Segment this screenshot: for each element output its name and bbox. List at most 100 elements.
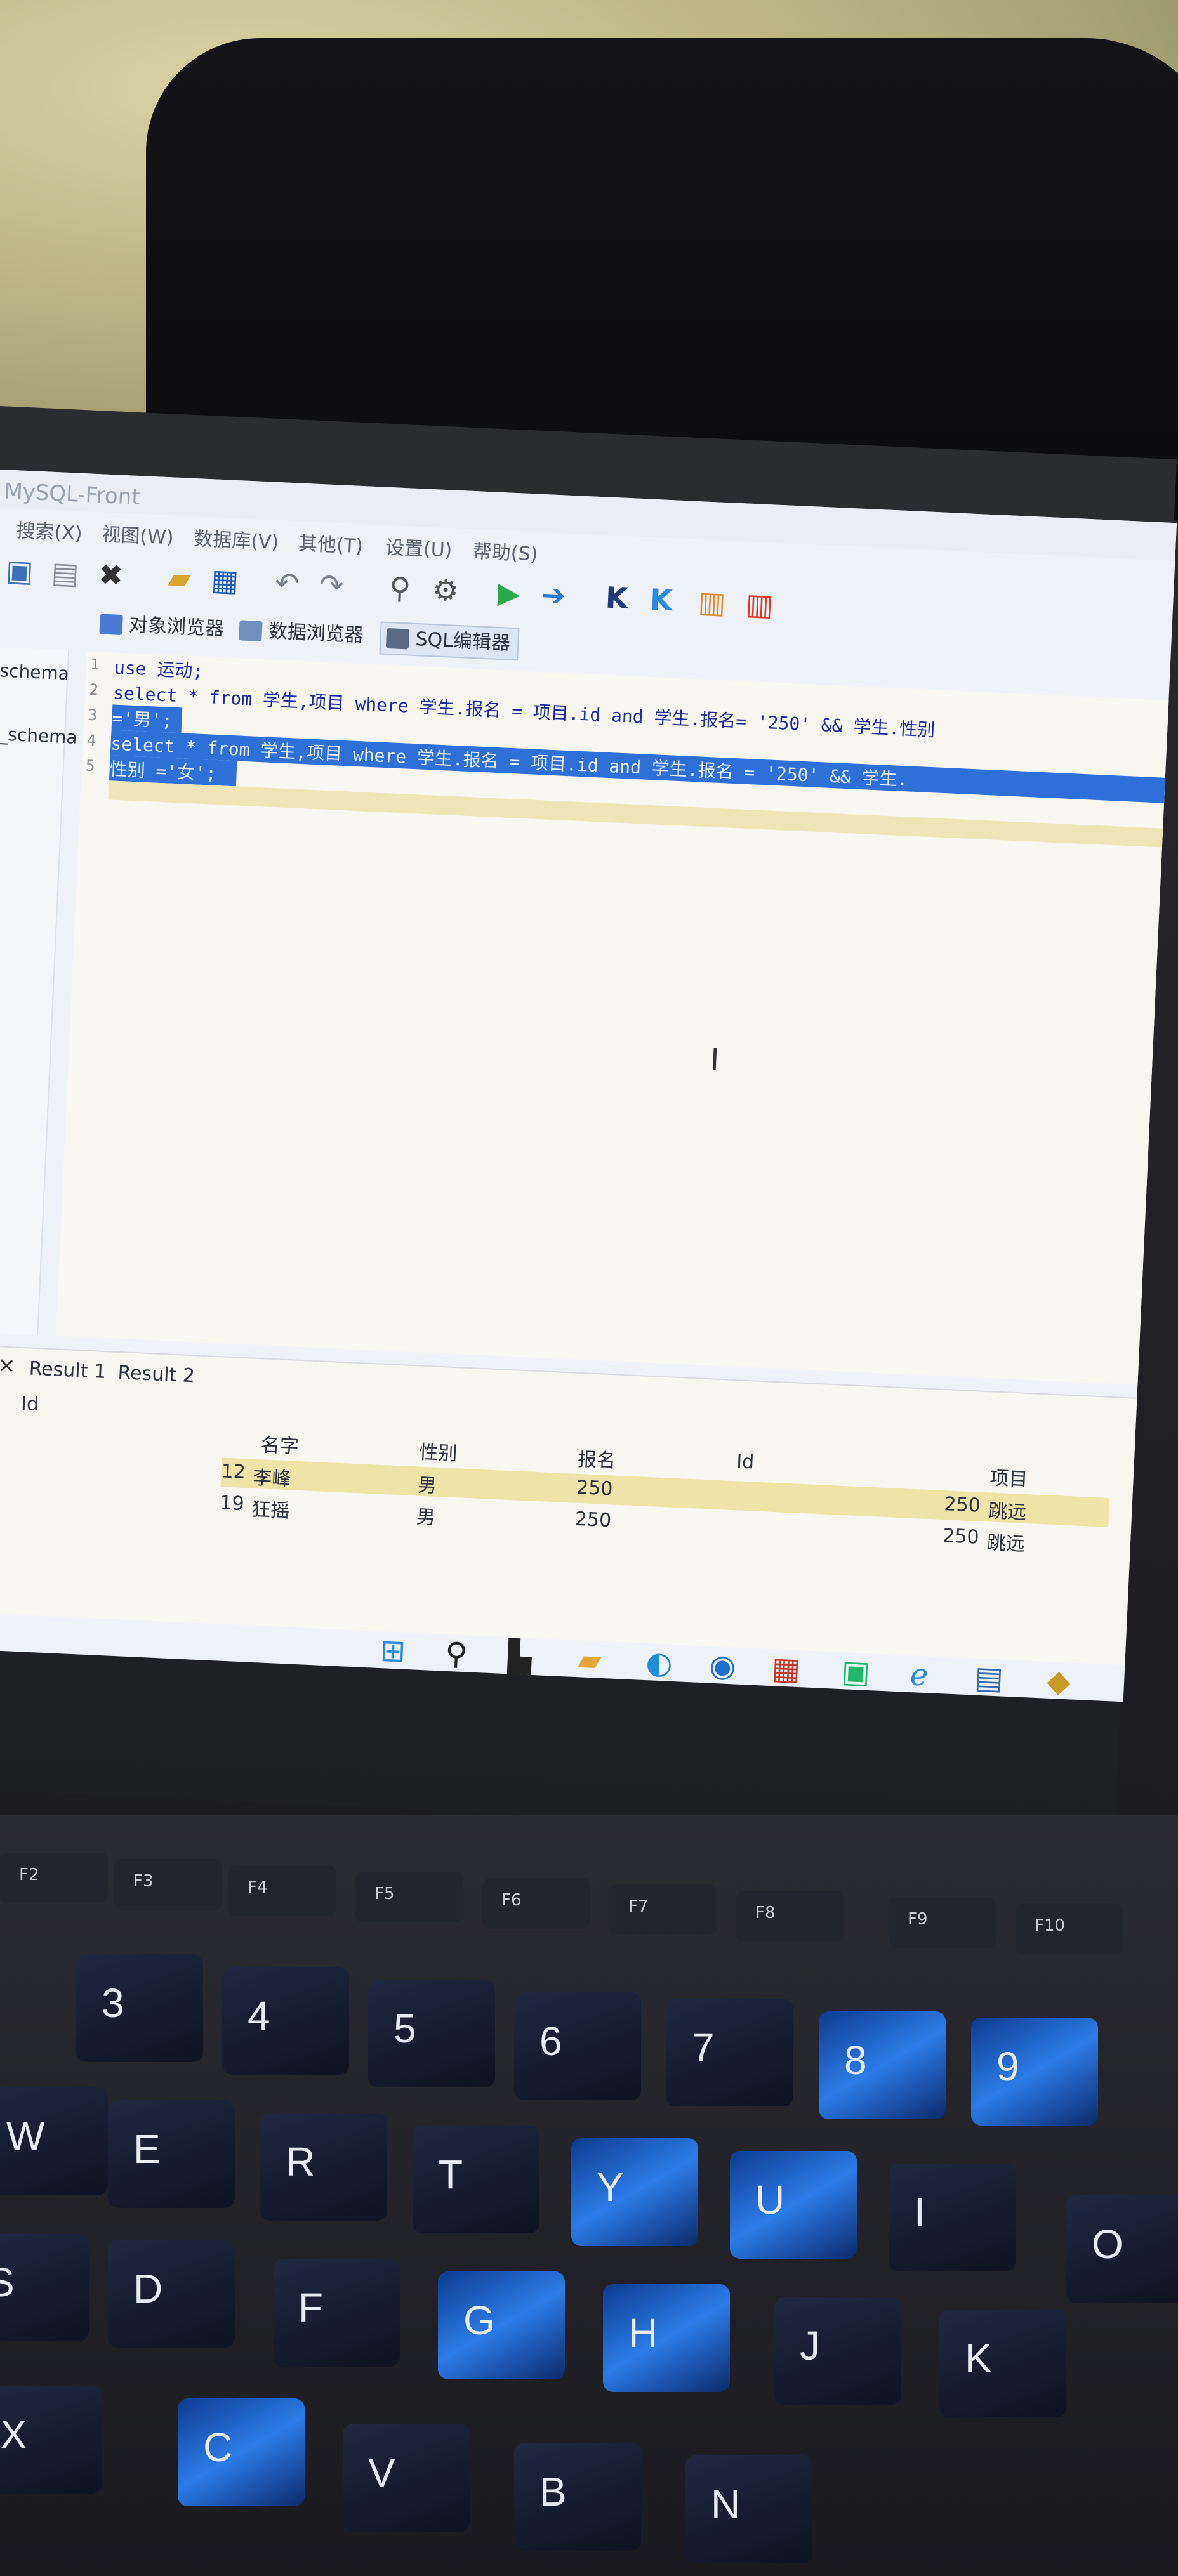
key-f9[interactable]: F9 [889, 1897, 996, 1948]
run-icon[interactable]: ▶ [489, 573, 529, 613]
tab-result-1[interactable]: Result 1 [29, 1358, 107, 1383]
menu-other[interactable]: 其他(T) [298, 527, 364, 558]
laptop-screen: MySQL-Front 搜索(X) 视图(W) 数据库(V) 其他(T) 设置(… [0, 470, 1177, 1702]
cell-gender[interactable]: 男 [416, 1501, 436, 1529]
next-icon[interactable]: K [641, 580, 681, 620]
key-f3[interactable]: F3 [114, 1859, 222, 1910]
search-icon[interactable]: ⚲ [433, 1631, 479, 1676]
key-f4[interactable]: F4 [228, 1865, 336, 1916]
key-9[interactable]: 9 [971, 2018, 1098, 2126]
cell-project[interactable]: 跳远 [988, 1495, 1027, 1525]
menu-settings[interactable]: 设置(U) [385, 532, 453, 563]
store-icon[interactable]: ▦ [764, 1646, 809, 1692]
cell-gender[interactable]: 男 [417, 1469, 437, 1498]
commit-icon[interactable]: ▥ [692, 582, 732, 622]
key-v[interactable]: V [343, 2424, 470, 2532]
line-number: 5 [85, 756, 96, 775]
object-browser-icon [99, 614, 123, 635]
key-f7[interactable]: F7 [609, 1884, 717, 1935]
line-number: 1 [89, 655, 100, 674]
key-j[interactable]: J [774, 2297, 901, 2405]
start-icon[interactable]: ⊞ [371, 1629, 416, 1674]
key-5[interactable]: 5 [368, 1980, 495, 2087]
column-header[interactable]: 性别 [419, 1436, 458, 1466]
key-8[interactable]: 8 [819, 2011, 946, 2119]
cell-name[interactable]: 狂摇 [251, 1494, 290, 1523]
folder-icon[interactable]: ▰ [159, 558, 199, 598]
key-o[interactable]: O [1066, 2195, 1178, 2303]
sql-editor[interactable]: 1 2 3 4 5 use 运动; select * from 学生,项目 wh… [56, 651, 1177, 1386]
tab-object-browser[interactable]: 对象浏览器 [94, 608, 232, 645]
ie-icon[interactable]: ℯ [897, 1652, 942, 1697]
key-r[interactable]: R [260, 2113, 387, 2221]
key-d[interactable]: D [108, 2240, 235, 2348]
key-c[interactable]: C [178, 2398, 305, 2506]
tree-item[interactable]: e_schema [0, 723, 77, 748]
app-icon[interactable]: ◉ [700, 1643, 745, 1688]
key-6[interactable]: 6 [514, 1992, 641, 2100]
key-t[interactable]: T [413, 2126, 539, 2233]
rollback-icon[interactable]: ▥ [739, 584, 779, 624]
cell-registration[interactable]: 250 [574, 1508, 612, 1532]
replace-icon[interactable]: ⚙ [426, 570, 466, 610]
cell-name[interactable]: 李峰 [252, 1462, 292, 1492]
key-3[interactable]: 3 [76, 1954, 203, 2062]
task-view-icon[interactable]: ▙ [497, 1634, 542, 1679]
key-y[interactable]: Y [571, 2138, 698, 2246]
key-f6[interactable]: F6 [482, 1878, 590, 1929]
undo-icon[interactable]: ↶ [267, 563, 307, 603]
cell-id[interactable]: 19 [220, 1492, 245, 1515]
close-results-icon[interactable]: × [0, 1352, 16, 1378]
run-selection-icon[interactable]: ➔ [534, 575, 574, 615]
cell-project-id[interactable]: 250 [944, 1493, 981, 1517]
column-header[interactable]: Id [20, 1393, 39, 1416]
cell-project[interactable]: 跳远 [986, 1527, 1026, 1556]
cell-id[interactable]: 12 [221, 1460, 246, 1483]
find-icon[interactable]: ⚲ [380, 568, 420, 608]
key-k[interactable]: K [939, 2310, 1066, 2417]
tab-sql-editor[interactable]: SQL编辑器 [379, 621, 520, 661]
key-f8[interactable]: F8 [736, 1891, 844, 1942]
key-f10[interactable]: F10 [1016, 1903, 1123, 1954]
key-h[interactable]: H [603, 2284, 730, 2392]
key-u[interactable]: U [730, 2151, 857, 2259]
tab-data-browser[interactable]: 数据浏览器 [234, 615, 372, 652]
cell-project-id[interactable]: 250 [942, 1525, 979, 1549]
save-icon[interactable]: ▦ [205, 560, 245, 600]
key-i[interactable]: I [889, 2164, 1016, 2271]
tab-result-2[interactable]: Result 2 [117, 1362, 195, 1387]
tree-item[interactable]: _schema [0, 660, 70, 685]
cell-registration[interactable]: 250 [576, 1476, 613, 1501]
key-f[interactable]: F [273, 2259, 400, 2367]
network-app-icon[interactable]: ▤ [967, 1655, 1012, 1700]
column-header[interactable]: 报名 [577, 1443, 616, 1473]
open-icon[interactable]: ▣ [0, 551, 39, 591]
menu-database[interactable]: 数据库(V) [194, 523, 280, 555]
redo-icon[interactable]: ↷ [312, 565, 352, 605]
file-explorer-icon[interactable]: ▰ [567, 1638, 612, 1683]
delete-icon[interactable]: ✖ [91, 555, 131, 595]
key-n[interactable]: N [685, 2455, 812, 2563]
key-s[interactable]: S [0, 2233, 89, 2341]
edge-icon[interactable]: ◐ [637, 1641, 682, 1686]
column-header[interactable]: 名字 [260, 1429, 300, 1459]
text-cursor-icon: I [709, 1041, 720, 1078]
key-b[interactable]: B [514, 2443, 641, 2551]
key-7[interactable]: 7 [666, 1999, 793, 2106]
column-header[interactable]: Id [736, 1450, 754, 1473]
menu-help[interactable]: 帮助(S) [472, 536, 538, 567]
messaging-icon[interactable]: ▣ [833, 1650, 878, 1695]
menu-view[interactable]: 视图(W) [102, 518, 175, 549]
key-g[interactable]: G [438, 2271, 565, 2379]
paste-icon[interactable]: ▤ [45, 553, 85, 593]
key-f2[interactable]: F2 [0, 1853, 108, 1903]
key-w[interactable]: W [0, 2087, 108, 2195]
mysql-front-icon[interactable]: ◆ [1036, 1659, 1082, 1704]
key-4[interactable]: 4 [222, 1967, 349, 2075]
first-icon[interactable]: K [597, 578, 637, 618]
column-header[interactable]: 项目 [989, 1462, 1029, 1492]
key-x[interactable]: X [0, 2386, 102, 2494]
menu-search[interactable]: 搜索(X) [16, 515, 83, 546]
key-f5[interactable]: F5 [355, 1872, 463, 1922]
key-e[interactable]: E [108, 2100, 235, 2208]
